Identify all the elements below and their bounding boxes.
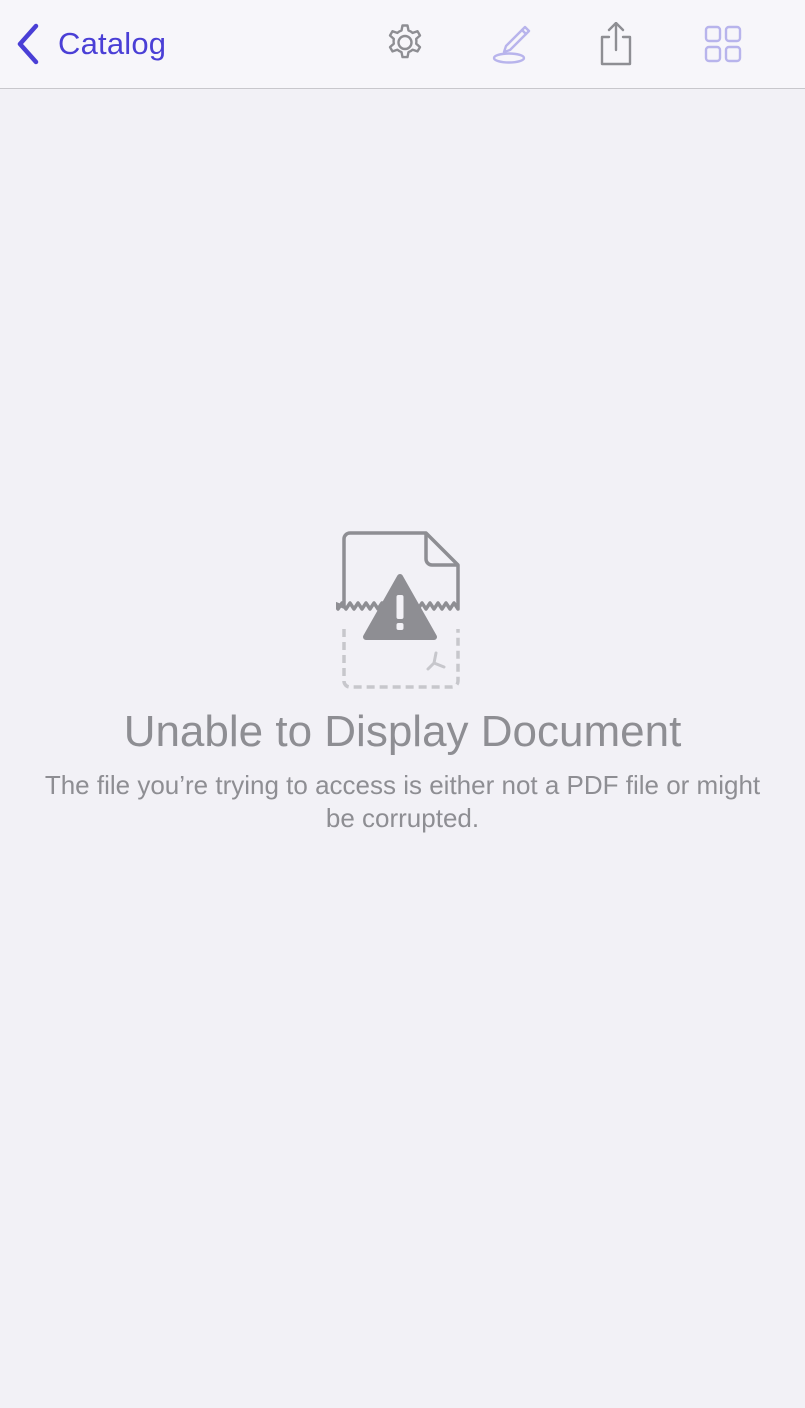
share-icon [600, 22, 632, 66]
gear-icon [388, 24, 422, 59]
error-message: The file you’re trying to access is eith… [44, 770, 761, 833]
document-view: Unable to Display Document The file you’… [0, 89, 805, 1408]
pen-icon [492, 25, 531, 64]
back-button[interactable]: Catalog [14, 22, 166, 66]
back-button-label: Catalog [58, 26, 167, 61]
grid-icon [704, 25, 742, 63]
error-title: Unable to Display Document [123, 707, 682, 756]
settings-button[interactable] [381, 20, 429, 68]
share-button[interactable] [592, 20, 640, 68]
annotate-button[interactable] [487, 20, 535, 68]
chevron-left-icon [17, 23, 39, 65]
broken-document-icon [336, 531, 460, 689]
navigation-bar: Catalog [0, 0, 805, 89]
thumbnails-button[interactable] [699, 20, 747, 68]
